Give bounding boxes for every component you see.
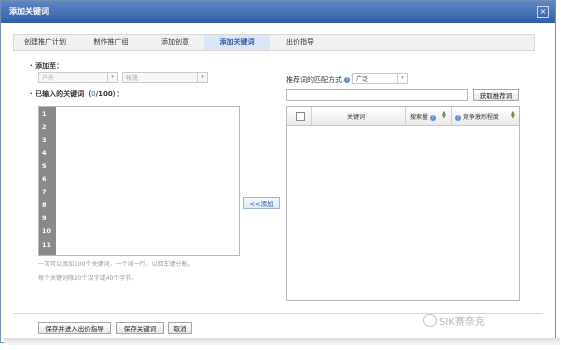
dialog-title: 添加关键词 [9,7,49,16]
step-label: 添加创意 [161,38,189,46]
step-label: 创建推广计划 [24,38,66,46]
keyword-textarea[interactable]: 1 2 3 4 5 6 7 8 9 10 11 [38,106,240,256]
add-keyword-dialog: 添加关键词 × 创建推广计划 制作推广组 添加创意 添加关键词 出价指导 · 添… [0,0,556,343]
keyword-hint-2: 每个关键词限20个汉字或40个字节。 [38,275,138,282]
chevron-down-icon: ▾ [107,73,117,82]
line-number: 4 [42,149,47,157]
line-number: 11 [42,241,52,249]
line-number: 3 [42,136,47,144]
step-create-group: 制作推广组 [80,35,142,50]
close-icon[interactable]: × [537,6,549,18]
line-number: 5 [42,162,47,170]
table-header: 关键词 搜索量 ? ▲ ▼ ? 竞争激烈程度 ▲ ▼ [287,107,519,126]
sort-icon[interactable]: ▲ ▼ [442,111,448,120]
keyword-hint-1: 一次可以添加100个关键词，一个词一行，以回车键分割。 [38,261,194,268]
step-label: 添加关键词 [219,38,255,46]
line-number: 2 [42,123,47,131]
chevron-down-icon: ▾ [197,73,207,82]
sort-icon[interactable]: ▲ ▼ [511,111,517,120]
plan-select[interactable]: 户外 ▾ [38,72,118,83]
watermark-text: SIK赛奈克 [439,317,485,328]
group-select[interactable]: 帐篷 ▾ [122,72,208,83]
save-and-bid-button[interactable]: 保存并进入出价指导 [38,322,111,334]
keyword-count-label: · 已输入的关键词（0/100）： [30,90,124,98]
chevron-down-icon: ▾ [397,74,407,83]
line-number-gutter: 1 2 3 4 5 6 7 8 9 10 11 [39,107,56,255]
line-number: 6 [42,175,47,183]
line-number: 10 [42,227,52,235]
line-number: 7 [42,188,47,196]
add-keywords-button[interactable]: <<添加 [243,197,280,209]
select-all-checkbox[interactable] [296,112,305,121]
line-number: 1 [42,110,47,118]
step-label: 出价指导 [286,38,314,46]
help-icon[interactable]: ? [429,114,436,121]
line-number: 8 [42,201,47,209]
get-recommendations-button[interactable]: 获取推荐词 [473,89,519,101]
bullet-icon: · [30,62,33,70]
help-icon[interactable]: ? [455,114,461,121]
step-label: 制作推广组 [93,38,129,46]
wechat-icon [423,314,437,327]
help-icon[interactable]: ? [344,77,351,83]
recommend-table: 关键词 搜索量 ? ▲ ▼ ? 竞争激烈程度 ▲ ▼ [286,106,520,301]
save-keywords-button[interactable]: 保存关键词 [116,322,164,334]
match-type-label: 推荐词的匹配方式 ? [286,76,351,84]
step-bid-guidance: 出价指导 [272,35,328,50]
column-search-volume[interactable]: 搜索量 ? [410,112,436,121]
step-breadcrumb: 创建推广计划 制作推广组 添加创意 添加关键词 出价指导 [13,34,535,51]
cancel-button[interactable]: 取消 [168,322,192,334]
column-competition[interactable]: ? 竞争激烈程度 [455,112,499,121]
recommend-search-input[interactable] [286,89,468,101]
add-to-label: · 添加至： [30,62,64,70]
match-type-select[interactable]: 广泛 ▾ [352,73,408,84]
step-add-creative: 添加创意 [144,35,206,50]
step-add-keyword: 添加关键词 [204,35,270,50]
column-keyword[interactable]: 关键词 [347,112,365,121]
dialog-shadow [4,338,560,345]
dialog-titlebar: 添加关键词 × [1,1,555,23]
step-create-plan: 创建推广计划 [14,35,76,50]
bullet-icon: · [30,90,33,98]
line-number: 9 [42,214,47,222]
